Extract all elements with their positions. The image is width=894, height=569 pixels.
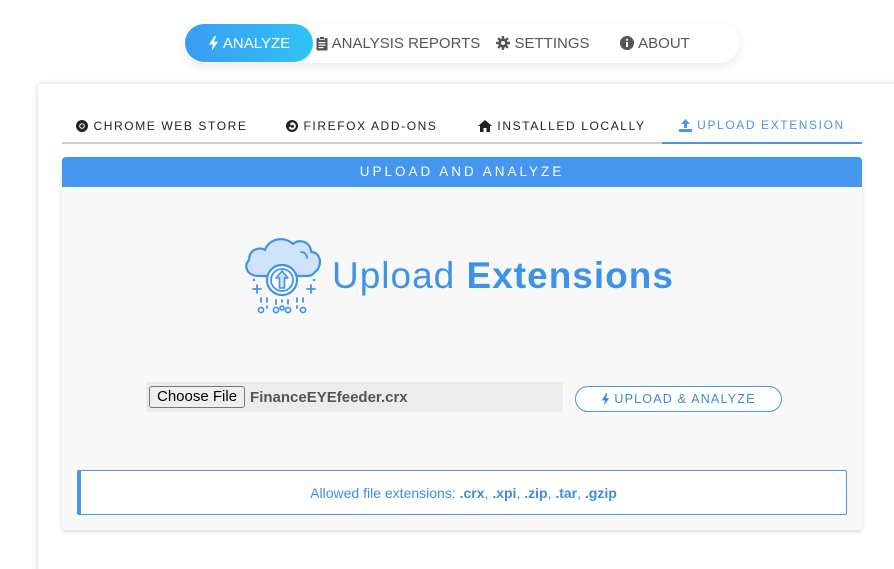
nav-about-label: ABOUT: [638, 34, 690, 52]
ext-separator: ,: [577, 484, 585, 501]
ext-separator: ,: [516, 484, 525, 501]
ext-gzip: .gzip: [584, 484, 617, 501]
main-nav: ANALYZE ANALYSIS REPORTS SETTINGS ABOUT: [184, 23, 739, 63]
upload-title: Upload Extensions: [332, 255, 674, 297]
gear-icon: [496, 36, 511, 50]
tab-upload-extension[interactable]: UPLOAD EXTENSION: [662, 110, 862, 144]
ext-separator: ,: [484, 484, 493, 501]
ext-tar: .tar: [555, 484, 578, 501]
ext-xpi: .xpi: [492, 484, 517, 501]
nav-analysis-reports[interactable]: ANALYSIS REPORTS: [313, 24, 483, 62]
cloud-upload-icon: [245, 238, 321, 314]
chrome-icon: [76, 120, 89, 132]
tab-firefox-add-ons[interactable]: FIREFOX ADD-ONS: [262, 110, 462, 142]
nav-analyze-label: ANALYZE: [222, 34, 291, 52]
bolt-icon: [208, 35, 218, 51]
tab-firefox-label: FIREFOX ADD-ONS: [303, 119, 438, 133]
upload-panel-header: UPLOAD AND ANALYZE: [62, 157, 862, 187]
clipboard-icon: [316, 35, 328, 50]
allowed-prefix: Allowed file extensions:: [310, 484, 460, 501]
upload-title-bold: Extensions: [466, 255, 674, 296]
upload-analyze-button[interactable]: UPLOAD & ANALYZE: [575, 386, 782, 412]
upload-panel: UPLOAD AND ANALYZE Upload Extensions Cho…: [62, 157, 862, 530]
tab-chrome-label: CHROME WEB STORE: [93, 119, 248, 133]
nav-analyze[interactable]: ANALYZE: [185, 24, 313, 62]
ext-crx: .crx: [459, 484, 485, 501]
nav-about[interactable]: ABOUT: [605, 24, 705, 62]
tab-installed-locally[interactable]: INSTALLED LOCALLY: [462, 110, 662, 142]
tab-upload-label: UPLOAD EXTENSION: [697, 118, 845, 132]
allowed-extensions-notice: Allowed file extensions: .crx, .xpi, .zi…: [77, 470, 847, 515]
choose-file-button[interactable]: Choose File: [149, 386, 246, 408]
info-icon: [620, 36, 635, 50]
source-tabs: CHROME WEB STORE FIREFOX ADD-ONS INSTALL…: [62, 110, 862, 144]
ext-separator: ,: [547, 484, 556, 501]
nav-settings-label: SETTINGS: [514, 34, 590, 52]
firefox-icon: [286, 120, 299, 132]
upload-analyze-label: UPLOAD & ANALYZE: [614, 392, 756, 406]
nav-analysis-reports-label: ANALYSIS REPORTS: [331, 34, 481, 52]
upload-title-light: Upload: [332, 255, 456, 296]
home-icon: [478, 120, 493, 132]
tab-installed-label: INSTALLED LOCALLY: [497, 119, 646, 133]
tab-chrome-web-store[interactable]: CHROME WEB STORE: [62, 110, 262, 142]
ext-zip: .zip: [524, 484, 548, 501]
nav-settings[interactable]: SETTINGS: [487, 24, 599, 62]
selected-file-name: FinanceEYEfeeder.crx: [250, 388, 408, 406]
bolt-icon: [602, 392, 610, 406]
upload-icon: [679, 118, 693, 132]
file-input[interactable]: Choose File FinanceEYEfeeder.crx: [146, 382, 563, 412]
